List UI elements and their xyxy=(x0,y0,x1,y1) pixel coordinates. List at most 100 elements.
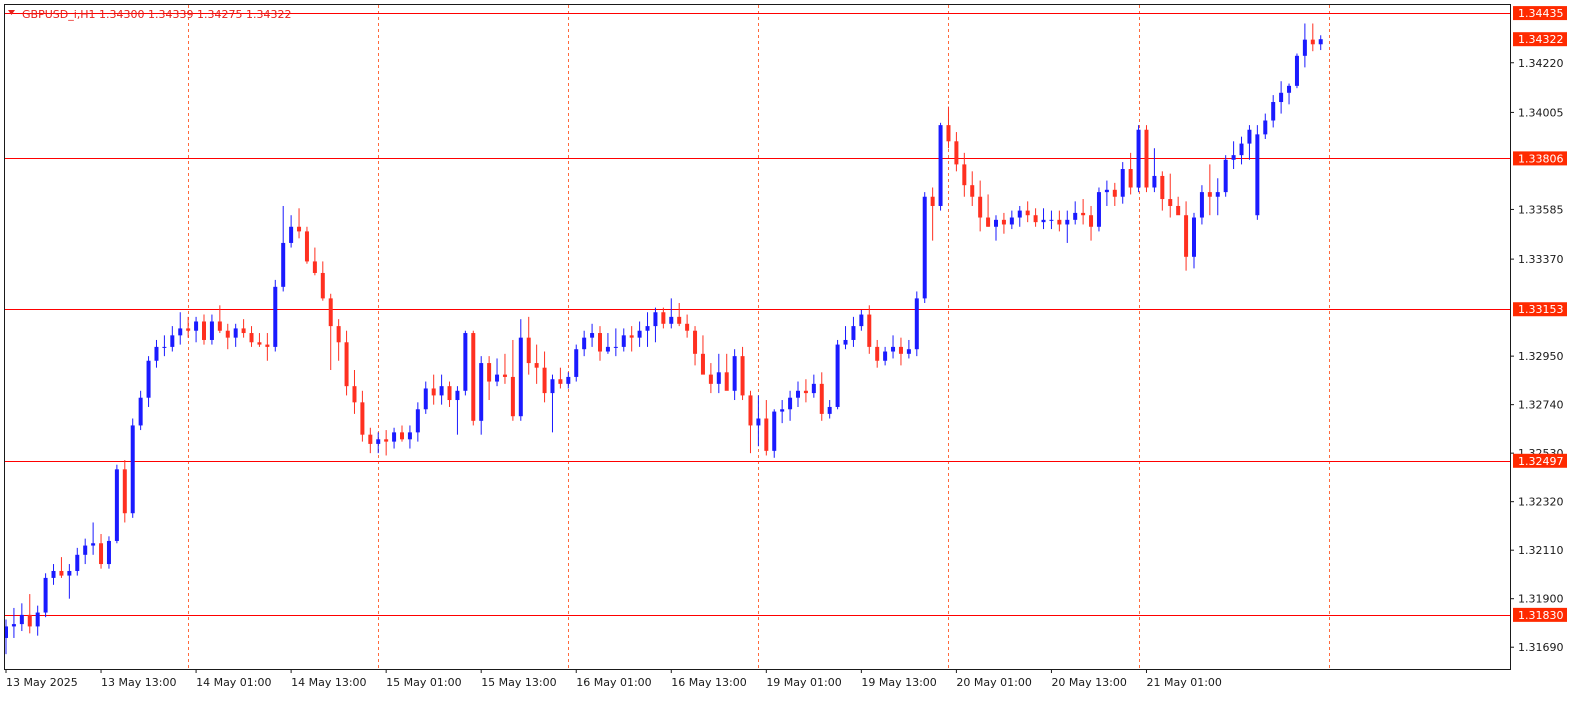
candle-body-103 xyxy=(819,383,824,414)
candle-body-37 xyxy=(297,226,302,232)
candle-body-42 xyxy=(336,326,341,343)
candle-body-5 xyxy=(43,577,48,613)
candle-body-136 xyxy=(1081,212,1086,216)
candle-body-28 xyxy=(225,330,230,338)
candle-body-107 xyxy=(851,326,856,340)
candle-body-115 xyxy=(914,298,919,350)
candle-body-44 xyxy=(352,386,357,403)
candle-body-152 xyxy=(1207,192,1212,197)
candle-body-57 xyxy=(455,390,460,401)
candle-body-150 xyxy=(1192,217,1196,257)
candle-body-142 xyxy=(1128,169,1133,188)
candle-body-131 xyxy=(1041,219,1046,223)
candle-body-13 xyxy=(106,540,111,565)
candle-body-65 xyxy=(518,337,523,417)
candle-body-110 xyxy=(875,346,880,361)
candle-body-88 xyxy=(700,353,705,375)
candle-body-124 xyxy=(986,217,991,227)
price-level-tag-2-text: 1.33153 xyxy=(1518,303,1564,316)
y-tick-label-2: 1.33585 xyxy=(1518,203,1564,216)
candle-body-119 xyxy=(946,125,951,142)
candle-body-53 xyxy=(423,388,428,410)
candle-body-122 xyxy=(970,185,975,197)
candle-body-111 xyxy=(883,351,888,361)
candlestick-chart[interactable]: 1.34220 1.34005 1.33585 1.33370 1.32950 1.327… xyxy=(0,0,1586,703)
candle-body-118 xyxy=(938,125,943,206)
candle-body-38 xyxy=(304,231,309,262)
candle-body-48 xyxy=(384,439,389,442)
candle-body-17 xyxy=(138,397,143,426)
symbol-info-label: GBPUSD_i,H1 1.34300 1.34339 1.34275 1.34… xyxy=(22,8,291,21)
candle-body-49 xyxy=(392,432,397,442)
candle-body-112 xyxy=(891,346,896,352)
current-price-tag-text: 1.34322 xyxy=(1518,33,1564,46)
candle-144 xyxy=(1144,125,1149,193)
candle-body-84 xyxy=(669,316,674,324)
candle-body-30 xyxy=(241,328,246,334)
candle-72 xyxy=(574,344,579,382)
candle-body-82 xyxy=(653,312,658,327)
candle-body-102 xyxy=(811,383,816,394)
x-tick-label-4: 15 May 01:00 xyxy=(386,676,461,689)
candle-138 xyxy=(1096,187,1101,232)
x-tick-label-2: 14 May 01:00 xyxy=(196,676,271,689)
candle-body-130 xyxy=(1033,215,1038,223)
candle-body-116 xyxy=(922,196,927,299)
x-tick-label-12: 21 May 01:00 xyxy=(1146,676,1221,689)
candle-body-63 xyxy=(502,374,507,377)
candle-body-83 xyxy=(661,312,666,324)
candle-body-9 xyxy=(75,554,80,571)
candle-body-71 xyxy=(566,376,571,384)
candle-body-74 xyxy=(590,333,595,338)
candle-body-128 xyxy=(1017,210,1022,218)
y-tick-label-8: 1.32110 xyxy=(1518,544,1564,557)
candle-body-100 xyxy=(796,390,800,398)
candle-body-66 xyxy=(526,337,531,364)
candle-58 xyxy=(463,330,468,396)
y-tick-label-9: 1.31900 xyxy=(1518,593,1564,606)
candle-body-132 xyxy=(1049,219,1054,221)
candle-body-114 xyxy=(906,349,911,354)
candle-body-64 xyxy=(510,376,515,417)
candle-body-59 xyxy=(471,333,476,421)
candle-body-139 xyxy=(1104,189,1109,193)
candle-body-26 xyxy=(209,321,214,340)
candle-body-164 xyxy=(1302,39,1307,56)
candle-body-15 xyxy=(122,469,127,514)
candle-body-134 xyxy=(1065,219,1070,225)
candle-body-146 xyxy=(1160,175,1165,200)
candle-body-99 xyxy=(788,397,793,410)
candle-143 xyxy=(1136,125,1141,193)
candle-body-35 xyxy=(281,242,286,287)
candle-body-86 xyxy=(685,323,690,331)
y-tick-label-0: 1.34220 xyxy=(1518,57,1564,70)
candle-body-137 xyxy=(1089,215,1094,227)
candle-158 xyxy=(1255,125,1260,220)
candle-body-117 xyxy=(930,196,935,206)
candle-body-87 xyxy=(693,330,698,354)
candle-body-95 xyxy=(756,418,761,426)
candle-163 xyxy=(1294,53,1299,89)
candle-body-89 xyxy=(708,374,713,384)
candle-body-72 xyxy=(574,349,579,377)
candle-body-78 xyxy=(621,335,626,347)
candle-body-73 xyxy=(582,337,587,350)
candle-body-68 xyxy=(542,367,547,394)
candle-34 xyxy=(273,279,278,352)
candle-body-34 xyxy=(273,286,278,347)
candle-body-51 xyxy=(407,432,412,440)
candle-body-144 xyxy=(1144,129,1149,188)
candle-154 xyxy=(1223,155,1228,197)
candle-body-24 xyxy=(194,321,199,331)
candle-body-7 xyxy=(59,570,64,576)
chart-background xyxy=(0,0,1586,703)
y-tick-label-4: 1.32950 xyxy=(1518,350,1564,363)
candle-body-138 xyxy=(1096,192,1101,227)
x-tick-label-10: 20 May 01:00 xyxy=(956,676,1031,689)
price-level-tag-1-text: 1.33806 xyxy=(1518,152,1564,165)
candle-body-60 xyxy=(479,363,484,421)
candle-body-27 xyxy=(217,321,222,331)
candle-body-41 xyxy=(328,298,333,327)
candle-body-47 xyxy=(376,439,381,444)
candle-97 xyxy=(772,409,777,458)
